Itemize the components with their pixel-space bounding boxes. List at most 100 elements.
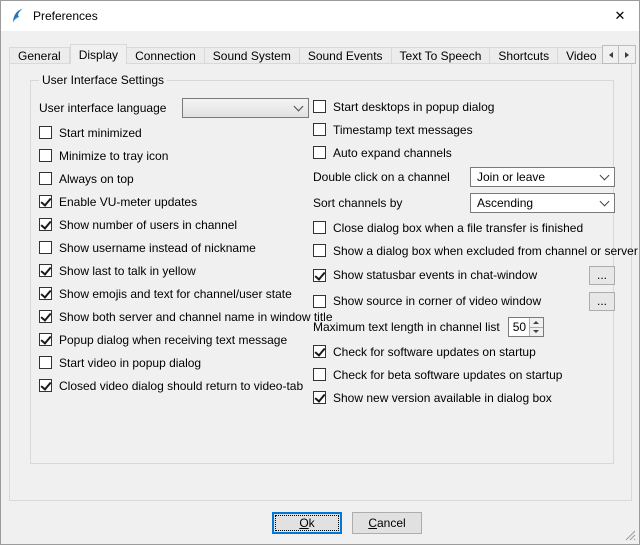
checkbox-label: Popup dialog when receiving text message	[59, 333, 287, 347]
checkbox-label: Closed video dialog should return to vid…	[59, 379, 303, 393]
checkbox-label: Show source in corner of video window	[333, 294, 541, 308]
tab-general[interactable]: General	[9, 47, 70, 64]
checkbox-label: Start minimized	[59, 126, 142, 140]
checkbox-start-minimized[interactable]: Start minimized	[39, 121, 309, 144]
checkbox-box[interactable]	[39, 218, 52, 231]
sort-channels-combobox[interactable]: Ascending	[470, 193, 615, 213]
statusbar-events-config-button[interactable]: ...	[589, 266, 615, 285]
checkbox-box[interactable]	[39, 264, 52, 277]
language-combobox[interactable]	[182, 98, 309, 118]
checkbox-username-instead-nickname[interactable]: Show username instead of nickname	[39, 236, 309, 259]
right-column: Start desktops in popup dialog Timestamp…	[313, 95, 615, 409]
checkbox-box[interactable]	[39, 126, 52, 139]
tab-scroll-right-button[interactable]	[619, 45, 636, 64]
tab-text-to-speech[interactable]: Text To Speech	[392, 47, 491, 64]
checkbox-label: Show username instead of nickname	[59, 241, 256, 255]
checkbox-timestamp-messages[interactable]: Timestamp text messages	[313, 118, 615, 141]
checkbox-label: Check for software updates on startup	[333, 345, 536, 359]
tab-video[interactable]: Video	[558, 47, 603, 64]
checkbox-box[interactable]	[39, 241, 52, 254]
checkbox-box[interactable]	[39, 149, 52, 162]
checkbox-box[interactable]	[313, 123, 326, 136]
ok-button[interactable]: Ok	[272, 512, 342, 534]
checkbox-show-user-count[interactable]: Show number of users in channel	[39, 213, 309, 236]
checkbox-box[interactable]	[39, 356, 52, 369]
checkbox-vu-meter-updates[interactable]: Enable VU-meter updates	[39, 190, 309, 213]
tab-shortcuts[interactable]: Shortcuts	[490, 47, 558, 64]
arrow-up-icon	[533, 318, 539, 324]
checkbox-label: Show last to talk in yellow	[59, 264, 196, 278]
checkbox-label: Enable VU-meter updates	[59, 195, 197, 209]
arrow-right-icon	[625, 52, 632, 58]
tab-display[interactable]: Display	[70, 44, 127, 64]
chevron-down-icon	[600, 197, 610, 207]
checkbox-box[interactable]	[313, 269, 326, 282]
checkbox-always-on-top[interactable]: Always on top	[39, 167, 309, 190]
checkbox-box[interactable]	[39, 333, 52, 346]
checkbox-closed-video-return-tab[interactable]: Closed video dialog should return to vid…	[39, 374, 309, 397]
checkbox-software-updates[interactable]: Check for software updates on startup	[313, 340, 615, 363]
ok-button-rest: k	[309, 516, 315, 530]
spinbox-value[interactable]: 50	[509, 318, 529, 336]
preferences-dialog: Preferences ✕ General Display Connection…	[0, 0, 640, 545]
close-icon[interactable]: ✕	[601, 1, 639, 31]
checkbox-box[interactable]	[313, 391, 326, 404]
checkbox-box[interactable]	[313, 368, 326, 381]
resize-grip[interactable]	[624, 529, 637, 542]
cancel-button-rest: ancel	[377, 516, 406, 530]
checkbox-box[interactable]	[313, 345, 326, 358]
tab-sound-system[interactable]: Sound System	[205, 47, 300, 64]
video-source-config-button[interactable]: ...	[589, 292, 615, 311]
checkbox-box[interactable]	[39, 172, 52, 185]
checkbox-box[interactable]	[313, 244, 326, 257]
checkbox-label: Show both server and channel name in win…	[59, 310, 333, 324]
checkbox-label: Show statusbar events in chat-window	[333, 268, 537, 282]
max-text-length-row: Maximum text length in channel list 50	[313, 314, 615, 340]
checkbox-statusbar-events[interactable]: Show statusbar events in chat-window	[313, 268, 537, 282]
spin-up-button[interactable]	[530, 318, 543, 327]
checkbox-close-file-transfer[interactable]: Close dialog box when a file transfer is…	[313, 216, 615, 239]
left-column: User interface language Start minimized …	[39, 95, 309, 397]
checkbox-label: Timestamp text messages	[333, 123, 473, 137]
checkbox-auto-expand-channels[interactable]: Auto expand channels	[313, 141, 615, 164]
double-click-row: Double click on a channel Join or leave	[313, 164, 615, 190]
checkbox-box[interactable]	[39, 195, 52, 208]
language-label: User interface language	[39, 101, 166, 115]
cancel-button-accel: C	[368, 516, 377, 530]
statusbar-events-row: Show statusbar events in chat-window ...	[313, 262, 615, 288]
double-click-value: Join or leave	[477, 170, 545, 184]
checkbox-box[interactable]	[39, 287, 52, 300]
cancel-button[interactable]: Cancel	[352, 512, 422, 534]
checkbox-video-source-corner[interactable]: Show source in corner of video window	[313, 294, 541, 308]
max-text-length-spinbox[interactable]: 50	[508, 317, 544, 337]
checkbox-box[interactable]	[313, 100, 326, 113]
checkbox-label: Show a dialog box when excluded from cha…	[333, 244, 638, 258]
tab-scroll-buttons	[602, 45, 636, 64]
chevron-down-icon	[600, 171, 610, 181]
ok-button-accel: O	[299, 516, 308, 530]
double-click-combobox[interactable]: Join or leave	[470, 167, 615, 187]
checkbox-server-channel-window-title[interactable]: Show both server and channel name in win…	[39, 305, 309, 328]
tab-sound-events[interactable]: Sound Events	[300, 47, 392, 64]
checkbox-minimize-to-tray[interactable]: Minimize to tray icon	[39, 144, 309, 167]
checkbox-desktops-popup[interactable]: Start desktops in popup dialog	[313, 95, 615, 118]
checkbox-new-version-dialog[interactable]: Show new version available in dialog box	[313, 386, 615, 409]
tab-scroll-left-button[interactable]	[602, 45, 619, 64]
checkbox-box[interactable]	[313, 295, 326, 308]
checkbox-box[interactable]	[39, 310, 52, 323]
checkbox-box[interactable]	[39, 379, 52, 392]
checkbox-beta-updates[interactable]: Check for beta software updates on start…	[313, 363, 615, 386]
tab-connection[interactable]: Connection	[127, 47, 205, 64]
checkbox-emojis-text-state[interactable]: Show emojis and text for channel/user st…	[39, 282, 309, 305]
arrow-down-icon	[533, 330, 539, 336]
spin-down-button[interactable]	[530, 327, 543, 337]
checkbox-video-popup-dialog[interactable]: Start video in popup dialog	[39, 351, 309, 374]
checkbox-label: Start desktops in popup dialog	[333, 100, 494, 114]
checkbox-last-talk-yellow[interactable]: Show last to talk in yellow	[39, 259, 309, 282]
checkbox-label: Minimize to tray icon	[59, 149, 168, 163]
checkbox-excluded-dialog[interactable]: Show a dialog box when excluded from cha…	[313, 239, 615, 262]
checkbox-popup-text-message[interactable]: Popup dialog when receiving text message	[39, 328, 309, 351]
titlebar: Preferences ✕	[1, 1, 639, 31]
checkbox-box[interactable]	[313, 146, 326, 159]
checkbox-box[interactable]	[313, 221, 326, 234]
